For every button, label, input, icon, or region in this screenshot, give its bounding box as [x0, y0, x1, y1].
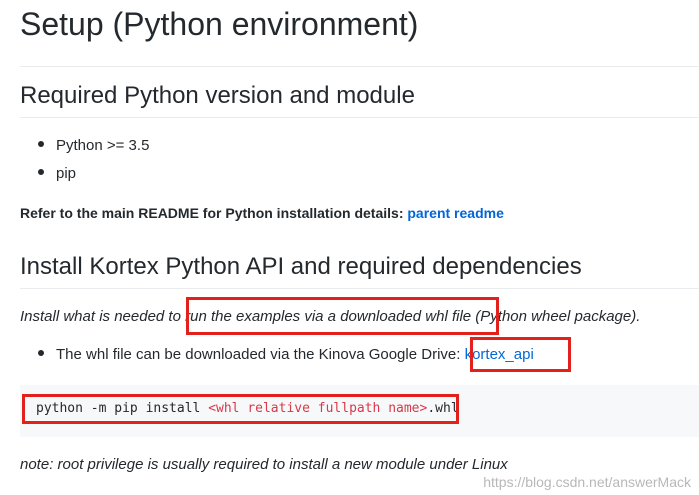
- refer-text: Refer to the main README for Python inst…: [20, 205, 404, 221]
- list-item: pip: [38, 165, 76, 182]
- page-title: Setup (Python environment): [20, 6, 419, 42]
- highlight-box-command: [22, 394, 459, 424]
- section-divider: [20, 288, 699, 289]
- list-item-text: Python >= 3.5: [56, 137, 150, 154]
- root-privilege-note: note: root privilege is usually required…: [20, 456, 508, 473]
- list-item: Python >= 3.5: [38, 137, 149, 154]
- whl-download-text: The whl file can be downloaded via the K…: [56, 346, 465, 363]
- list-item-text: pip: [56, 165, 77, 182]
- bullet-icon: [38, 350, 44, 357]
- highlight-box-kortex-api: [470, 337, 571, 372]
- title-divider: [20, 66, 699, 67]
- parent-readme-link[interactable]: parent readme: [407, 205, 503, 221]
- intro-text-before: Install what is needed to: [20, 308, 186, 325]
- bullet-icon: [38, 169, 44, 176]
- highlight-box-whl-file: [186, 297, 499, 335]
- watermark-text: https://blog.csdn.net/answerMack: [483, 474, 691, 490]
- section-heading-install: Install Kortex Python API and required d…: [20, 253, 582, 280]
- bullet-icon: [38, 141, 44, 148]
- section-divider: [20, 117, 699, 118]
- section-heading-requirements: Required Python version and module: [20, 82, 415, 109]
- list-item: The whl file can be downloaded via the K…: [38, 346, 534, 363]
- refer-paragraph: Refer to the main README for Python inst…: [20, 205, 504, 221]
